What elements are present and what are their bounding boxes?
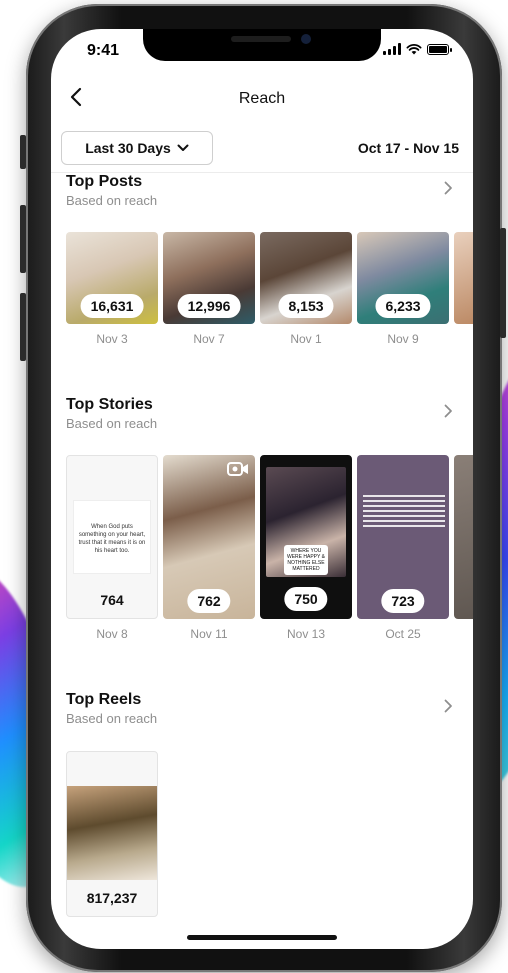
- reach-count: 762: [187, 589, 231, 613]
- notch: [143, 29, 381, 61]
- battery-icon: [427, 44, 452, 55]
- post-card[interactable]: 12,996 Nov 7: [163, 232, 255, 346]
- story-card[interactable]: When God puts something on your heart, t…: [66, 455, 158, 641]
- story-card[interactable]: 762 Nov 11: [163, 455, 255, 641]
- story-thumbnail[interactable]: When God puts something on your heart, t…: [66, 455, 158, 619]
- top-posts-title: Top Posts: [66, 173, 143, 190]
- wifi-icon: [406, 43, 422, 55]
- post-date: Nov 9: [387, 332, 419, 346]
- post-date: Nov 3: [96, 332, 128, 346]
- status-icons: [383, 43, 452, 55]
- top-reels-title: Top Reels: [66, 691, 142, 708]
- reach-count: 16,631: [80, 294, 144, 318]
- speaker-grille: [231, 36, 291, 42]
- phone-screen: 9:41 Reach Last 30 Days Oct 17 - Nov 15 …: [51, 29, 473, 949]
- story-text-card: When God puts something on your heart, t…: [73, 500, 151, 574]
- story-date: Oct 25: [385, 627, 421, 641]
- story-text-lines: [363, 495, 445, 529]
- status-time: 9:41: [87, 42, 120, 59]
- date-range-dropdown[interactable]: Last 30 Days: [61, 131, 213, 165]
- post-thumbnail[interactable]: 6,233: [357, 232, 449, 324]
- story-thumbnail[interactable]: 723: [357, 455, 449, 619]
- page-title: Reach: [238, 90, 286, 107]
- chevron-right-icon[interactable]: [441, 404, 455, 418]
- story-date: Nov 8: [96, 627, 128, 641]
- reach-count: 6,233: [375, 294, 431, 318]
- story-date: Nov 11: [190, 627, 228, 641]
- story-card-partial[interactable]: [454, 455, 473, 641]
- story-thumbnail[interactable]: WHERE YOU WERE HAPPY & NOTHING ELSE MATT…: [260, 455, 352, 619]
- post-card-partial[interactable]: [454, 232, 473, 346]
- chevron-right-icon[interactable]: [441, 181, 455, 195]
- reach-count: 12,996: [177, 294, 241, 318]
- story-date: Nov 13: [286, 627, 326, 641]
- story-card[interactable]: WHERE YOU WERE HAPPY & NOTHING ELSE MATT…: [260, 455, 352, 641]
- filter-bar: Last 30 Days Oct 17 - Nov 15: [51, 127, 473, 173]
- home-indicator[interactable]: [187, 935, 337, 940]
- post-card[interactable]: 16,631 Nov 3: [66, 232, 158, 346]
- reach-count: 723: [381, 589, 425, 613]
- top-stories-title: Top Stories: [66, 396, 153, 413]
- top-posts-row: 16,631 Nov 3 12,996 Nov 7 8,153 Nov 1 6,…: [66, 232, 473, 346]
- video-icon: [227, 462, 248, 476]
- post-card[interactable]: 8,153 Nov 1: [260, 232, 352, 346]
- top-reels-subtitle: Based on reach: [66, 711, 158, 726]
- reel-thumbnail: [67, 786, 157, 880]
- post-thumbnail[interactable]: 12,996: [163, 232, 255, 324]
- reach-count: 764: [100, 592, 124, 608]
- cellular-signal-icon: [383, 43, 401, 55]
- story-card[interactable]: 723 Oct 25: [357, 455, 449, 641]
- post-thumbnail[interactable]: [454, 232, 473, 324]
- nav-bar: Reach: [51, 81, 473, 117]
- reach-count: 750: [284, 587, 328, 611]
- front-camera: [301, 34, 311, 44]
- silent-switch: [20, 135, 26, 169]
- top-stories-subtitle: Based on reach: [66, 416, 158, 431]
- story-text: When God puts something on your heart, t…: [78, 524, 146, 554]
- chevron-down-icon: [177, 144, 189, 151]
- reel-card[interactable]: 817,237: [66, 751, 158, 917]
- date-range-text: Oct 17 - Nov 15: [357, 140, 459, 156]
- post-card[interactable]: 6,233 Nov 9: [357, 232, 449, 346]
- story-thumbnail[interactable]: 762: [163, 455, 255, 619]
- post-date: Nov 7: [193, 332, 225, 346]
- post-date: Nov 1: [290, 332, 322, 346]
- top-stories-row: When God puts something on your heart, t…: [66, 455, 473, 641]
- story-thumbnail[interactable]: [454, 455, 473, 619]
- post-thumbnail[interactable]: 8,153: [260, 232, 352, 324]
- post-thumbnail[interactable]: 16,631: [66, 232, 158, 324]
- volume-down-button: [20, 293, 26, 361]
- volume-up-button: [20, 205, 26, 273]
- chevron-right-icon[interactable]: [441, 699, 455, 713]
- top-reels-row: 817,237: [66, 751, 158, 917]
- story-caption: WHERE YOU WERE HAPPY & NOTHING ELSE MATT…: [284, 545, 328, 575]
- top-posts-subtitle: Based on reach: [66, 193, 158, 208]
- reach-count: 817,237: [86, 890, 138, 906]
- date-range-label: Last 30 Days: [85, 140, 171, 156]
- reach-count: 8,153: [278, 294, 334, 318]
- power-button: [500, 228, 506, 338]
